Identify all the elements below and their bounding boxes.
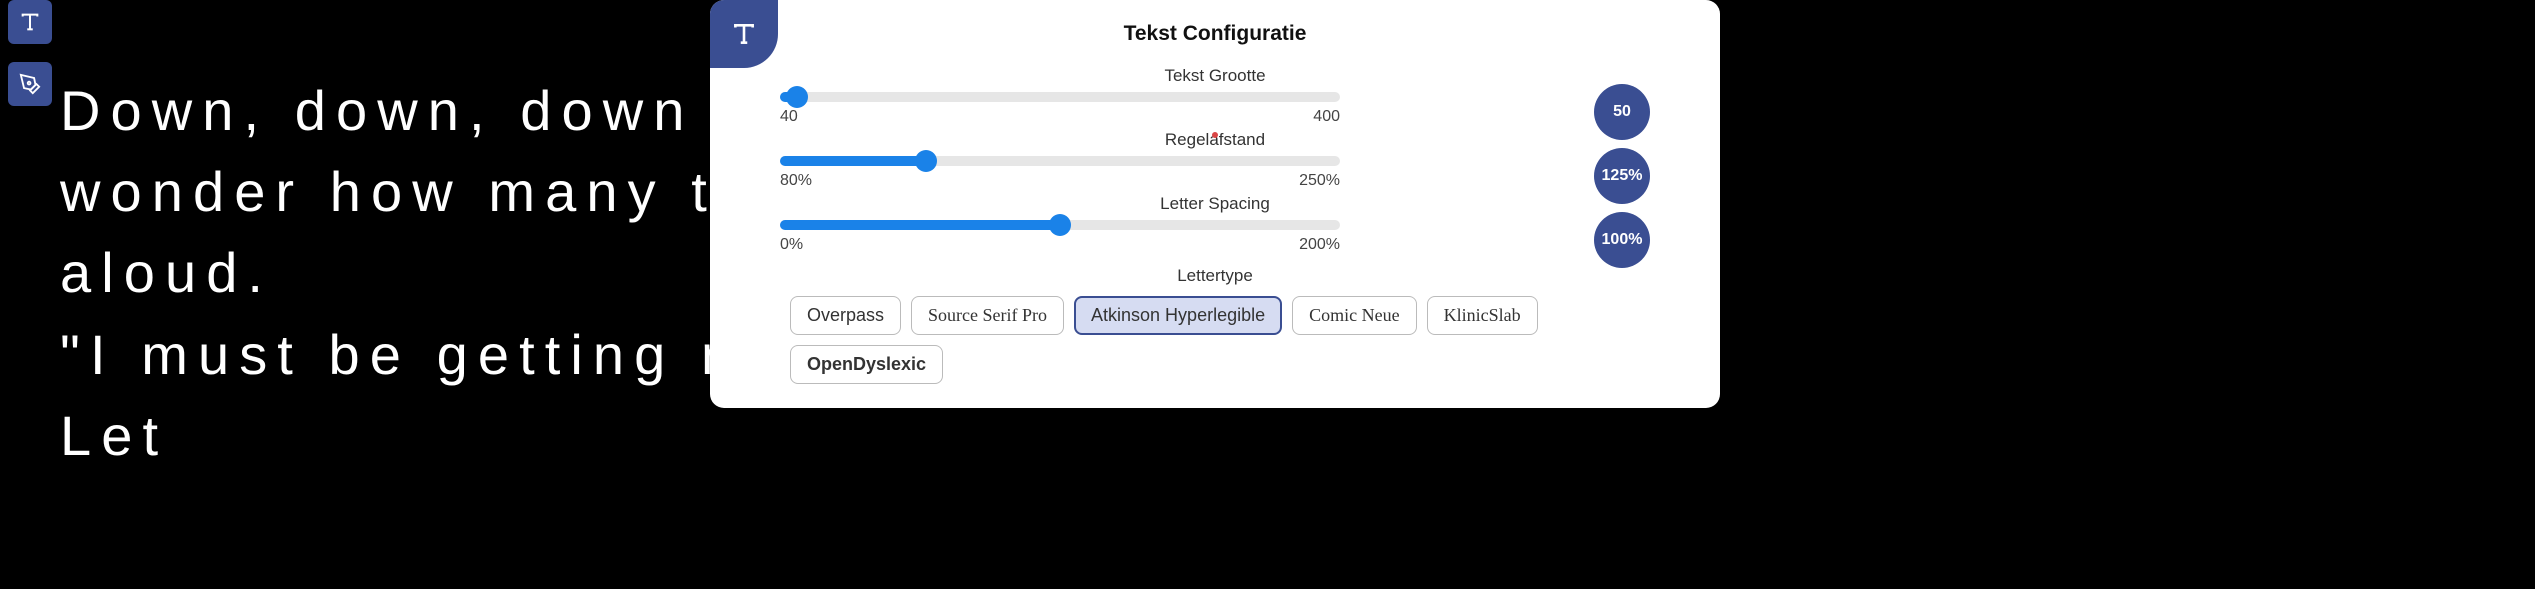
- font-option-opendyslexic[interactable]: OpenDyslexic: [790, 345, 943, 384]
- text-size-min: 40: [780, 108, 798, 126]
- panel-header: Tekst Configuratie: [710, 0, 1720, 60]
- pen-icon: [19, 73, 41, 95]
- letter-spacing-control: Letter Spacing 0% 200% 100%: [710, 194, 1720, 254]
- modified-indicator-icon: [1212, 132, 1218, 138]
- slider-fill: [780, 156, 926, 166]
- font-option-klinicslab[interactable]: KlinicSlab: [1427, 296, 1538, 335]
- text-icon: [731, 21, 757, 47]
- slider-thumb[interactable]: [1049, 214, 1071, 236]
- font-family-options: Overpass Source Serif Pro Atkinson Hyper…: [790, 296, 1640, 384]
- text-config-panel: Tekst Configuratie Tekst Grootte 40 400 …: [710, 0, 1720, 408]
- letter-spacing-label: Letter Spacing: [780, 194, 1650, 214]
- left-toolbar: [8, 0, 52, 106]
- text-size-max: 400: [1313, 108, 1340, 126]
- line-height-min: 80%: [780, 172, 812, 190]
- text-size-label: Tekst Grootte: [780, 66, 1650, 86]
- text-size-control: Tekst Grootte 40 400 50: [710, 66, 1720, 126]
- letter-spacing-min: 0%: [780, 236, 803, 254]
- text-tool-button[interactable]: [8, 0, 52, 44]
- line-height-slider[interactable]: [780, 156, 1340, 166]
- pen-tool-button[interactable]: [8, 62, 52, 106]
- letter-spacing-slider[interactable]: [780, 220, 1340, 230]
- letter-spacing-max: 200%: [1299, 236, 1340, 254]
- font-family-label: Lettertype: [790, 266, 1640, 286]
- text-icon: [19, 11, 41, 33]
- font-option-atkinson-hyperlegible[interactable]: Atkinson Hyperlegible: [1074, 296, 1282, 335]
- slider-thumb[interactable]: [786, 86, 808, 108]
- panel-title: Tekst Configuratie: [710, 22, 1720, 46]
- font-option-overpass[interactable]: Overpass: [790, 296, 901, 335]
- font-family-section: Lettertype Overpass Source Serif Pro Atk…: [710, 266, 1720, 384]
- panel-header-badge: [710, 0, 778, 68]
- slider-fill: [780, 220, 1060, 230]
- text-size-slider[interactable]: [780, 92, 1340, 102]
- slider-thumb[interactable]: [915, 150, 937, 172]
- font-option-comic-neue[interactable]: Comic Neue: [1292, 296, 1416, 335]
- line-height-control: Regelafstand 80% 250% 125%: [710, 130, 1720, 190]
- letter-spacing-value-badge: 100%: [1594, 212, 1650, 268]
- line-height-max: 250%: [1299, 172, 1340, 190]
- font-option-source-serif-pro[interactable]: Source Serif Pro: [911, 296, 1064, 335]
